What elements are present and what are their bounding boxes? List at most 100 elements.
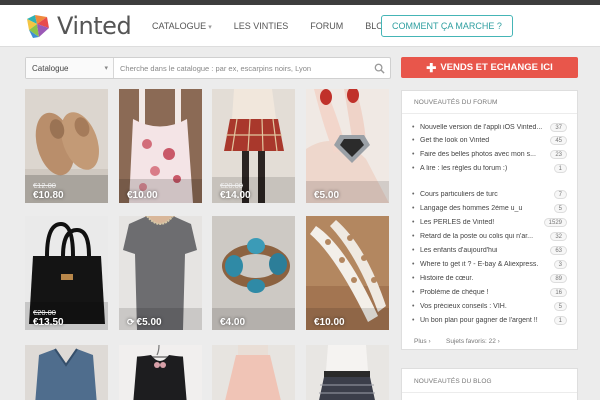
item-price: €5.00 [314,190,340,201]
catalogue-item[interactable] [119,345,202,400]
forum-topic[interactable]: • Les enfants d'aujourd'hui 63 [412,244,567,257]
bullet-icon: • [412,233,415,240]
item-old-price: €12.00 [33,181,56,190]
chevron-right-icon: › [497,338,500,345]
item-price-value: €5.00 [136,317,162,328]
item-price: €10.80 [33,190,64,201]
item-price: ⟳ €5.00 [127,317,162,328]
catalogue-item[interactable]: ⟳ €5.00 [119,216,202,330]
topic-count: 16 [550,288,567,297]
catalogue-item[interactable]: €12.00 €10.80 [25,89,108,203]
catalogue-item[interactable] [306,345,389,400]
forum-topic[interactable]: • Vos précieux conseils : VIH. 5 [412,300,567,313]
item-photo-ring [306,89,389,203]
topic-title: Langage des hommes 2ème u_u [420,205,523,212]
search-input[interactable] [114,58,368,78]
refresh-icon: ⟳ [127,317,135,327]
forum-favorites-link[interactable]: Sujets favoris: 22 › [446,338,500,345]
item-price: €10.00 [127,190,158,201]
header: Vinted CATALOGUE ▾ LES VINTIES FORUM BLOG… [0,5,600,47]
logo-mark-icon [27,15,49,38]
item-price: €4.00 [220,317,246,328]
bullet-icon: • [412,124,415,131]
item-photo-denim-vest [25,345,108,400]
catalogue-item[interactable] [25,345,108,400]
topic-count: 63 [550,246,567,255]
forum-panel-title: NOUVEAUTÉS DU FORUM [414,99,498,106]
topic-title: Histoire de cœur. [420,275,474,282]
blog-panel: NOUVEAUTÉS DU BLOG [401,368,578,400]
search-category-label: Catalogue [32,63,69,73]
item-price: €14.00 [220,190,251,201]
topic-title: Cours particuliers de turc [420,191,498,198]
nav-forum[interactable]: FORUM [310,21,343,31]
topic-count: 5 [553,204,567,213]
topic-title: Faire des belles photos avec mon s... [420,151,536,158]
catalogue-item[interactable]: €10.00 [306,216,389,330]
forum-favorites-label: Sujets favoris: 22 [446,338,496,345]
item-photo-black-top [119,345,202,400]
forum-topic[interactable]: • Get the look on Vinted 45 [412,134,567,147]
topic-title: Nouvelle version de l'appli iOS Vinted..… [420,124,543,131]
search-button[interactable] [368,58,390,78]
bullet-icon: • [412,219,415,226]
topic-title: A lire : les règles du forum :) [420,165,508,172]
logo[interactable]: Vinted [25,11,132,41]
topic-count: 32 [550,232,567,241]
bullet-icon: • [412,205,415,212]
forum-topic[interactable]: • Nouvelle version de l'appli iOS Vinted.… [412,121,567,134]
item-old-price: €20.00 [220,181,243,190]
bullet-icon: • [412,191,415,198]
catalogue-item[interactable]: €20.00 €14.00 [212,89,295,203]
forum-more-link[interactable]: Plus › [414,338,431,345]
blog-panel-title: NOUVEAUTÉS DU BLOG [414,378,492,385]
nav-vinties[interactable]: LES VINTIES [234,21,289,31]
item-photo-pink-skirt [212,345,295,400]
catalogue-item[interactable] [212,345,295,400]
topic-count: 37 [550,123,567,132]
catalogue-item[interactable]: €20.00 €13.50 [25,216,108,330]
divider [402,113,577,114]
sell-button[interactable]: ✚ VENDS ET ECHANGE ICI [401,57,578,78]
nav-catalogue[interactable]: CATALOGUE ▾ [152,21,212,31]
catalogue-item[interactable]: €10.00 [119,89,202,203]
bullet-icon: • [412,165,415,172]
topic-title: Un bon plan pour gagner de l'argent !! [420,317,538,324]
forum-topic[interactable]: • Langage des hommes 2ème u_u 5 [412,202,567,215]
topic-count: 5 [553,302,567,311]
bullet-icon: • [412,137,415,144]
bullet-icon: • [412,151,415,158]
forum-topic[interactable]: • Histoire de cœur. 89 [412,272,567,285]
forum-topic[interactable]: • Problème de chèque ! 16 [412,286,567,299]
forum-topic[interactable]: • A lire : les règles du forum :) 1 [412,162,567,175]
item-photo-sandals [306,216,389,330]
bullet-icon: • [412,247,415,254]
forum-topic[interactable]: • Les PERLES de Vinted! 1529 [412,216,567,229]
search-bar: Catalogue ▾ [25,57,391,79]
forum-more-label: Plus [414,338,427,345]
forum-topic[interactable]: • Cours particuliers de turc 7 [412,188,567,201]
topic-title: Les PERLES de Vinted! [420,219,495,226]
catalogue-item[interactable]: €4.00 [212,216,295,330]
item-price: €13.50 [33,317,64,328]
topic-count: 45 [550,136,567,145]
item-photo-bracelet [212,216,295,330]
search-icon [374,63,385,74]
search-category-select[interactable]: Catalogue ▾ [26,58,114,78]
forum-topic[interactable]: • Faire des belles photos avec mon s... 23 [412,148,567,161]
chevron-right-icon: › [428,338,431,345]
forum-topic[interactable]: • Retard de la poste ou colis qui n'ar...… [412,230,567,243]
bullet-icon: • [412,303,415,310]
topic-count: 1529 [543,218,567,227]
bullet-icon: • [412,289,415,296]
forum-topic[interactable]: • Where to get it ? - E-bay & Aliexpress.… [412,258,567,271]
how-it-works-button[interactable]: COMMENT ÇA MARCHE ? [381,15,513,37]
item-photo-floral-top [119,89,202,203]
item-photo-grey-top [119,216,202,330]
topic-count: 7 [553,190,567,199]
main-nav: CATALOGUE ▾ LES VINTIES FORUM BLOG [152,5,412,47]
forum-topic[interactable]: • Un bon plan pour gagner de l'argent !! 1 [412,314,567,327]
topic-count: 3 [553,260,567,269]
catalogue-item[interactable]: €5.00 [306,89,389,203]
item-photo-striped-dress [306,345,389,400]
